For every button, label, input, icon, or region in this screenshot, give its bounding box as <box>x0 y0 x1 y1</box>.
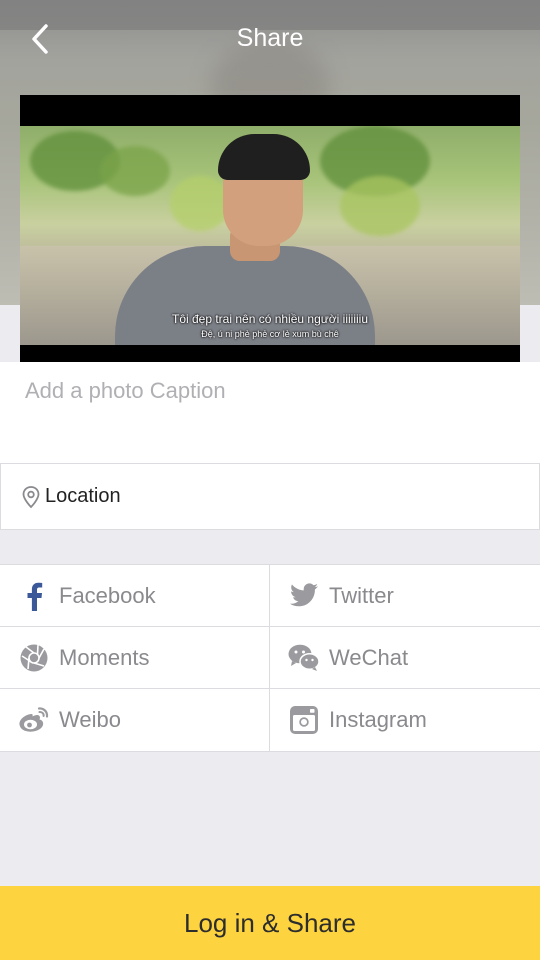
moments-icon <box>18 642 50 674</box>
twitter-icon <box>288 580 320 612</box>
share-weibo-button[interactable]: Weibo <box>0 689 269 750</box>
location-pin-icon <box>22 485 40 508</box>
chevron-left-icon <box>32 24 48 54</box>
back-button[interactable] <box>22 22 58 56</box>
location-label: Location <box>45 485 121 507</box>
photo-subtitle-line-1: Tôi đẹp trai nên có nhiều người iiiiiiiu <box>171 312 368 326</box>
share-instagram-button[interactable]: Instagram <box>270 689 539 750</box>
share-twitter-button[interactable]: Twitter <box>270 565 539 626</box>
weibo-icon <box>18 704 50 736</box>
location-row[interactable]: Location <box>0 464 540 530</box>
caption-box <box>0 362 540 464</box>
photo-caption-input[interactable] <box>25 378 515 448</box>
share-moments-button[interactable]: Moments <box>0 627 269 688</box>
shared-photo: Tôi đẹp trai nên có nhiều người iiiiiiiu… <box>20 95 520 362</box>
facebook-icon <box>18 580 50 612</box>
share-wechat-button[interactable]: WeChat <box>270 627 539 688</box>
share-targets-grid: Facebook Twitter Moments WeChat Weibo In… <box>0 564 540 752</box>
photo-subtitle-line-2: Đệ, ú ni phẻ phẻ cơ lẻ xum bù chê <box>201 329 339 339</box>
instagram-icon <box>288 704 320 736</box>
login-and-share-button[interactable]: Log in & Share <box>0 886 540 960</box>
wechat-icon <box>288 642 320 674</box>
share-facebook-button[interactable]: Facebook <box>0 565 269 626</box>
